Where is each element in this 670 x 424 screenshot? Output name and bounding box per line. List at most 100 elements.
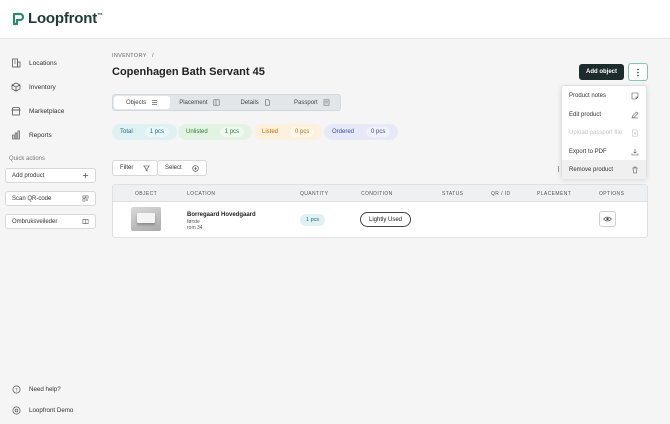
stat-unlisted-label: Unlisted [186,129,208,135]
stat-ordered-value: 0 pcs [366,127,391,137]
stat-total-value: 1 pcs [144,127,170,137]
select-button[interactable]: Select [157,160,207,176]
column-header: STATUS [442,191,464,197]
column-header: PLACEMENT [537,191,572,197]
note-icon [631,92,639,99]
column-header: OPTIONS [599,191,625,197]
help-icon: ? [12,385,21,394]
stat-total-label: Total [120,129,133,135]
menu-item-upload-passport[interactable]: Upload passport file [562,123,646,142]
add-product-button[interactable]: Add product [5,168,96,183]
tab-objects[interactable]: Objects [114,96,171,109]
sidebar-item-reports[interactable]: Reports [11,130,52,140]
tab-placement[interactable]: Placement [171,95,227,110]
account-settings-link[interactable]: Loopfront Demo [12,406,73,415]
logo[interactable]: Loopfront™ [11,10,103,27]
stat-listed-label: Listed [262,129,279,135]
location-room: rom 34 [187,225,203,231]
sidebar-item-locations[interactable]: Locations [11,58,57,68]
menu-item-product-notes[interactable]: Product notes [562,86,646,105]
column-header: CONDITION [361,191,393,197]
page-title: Copenhagen Bath Servant 45 [112,66,265,78]
view-button[interactable] [599,211,616,227]
add-product-label: Add product [12,172,45,179]
top-bar: Loopfront™ [0,0,670,39]
quantity-badge: 1 pcs [300,214,326,226]
menu-item-label: Product notes [569,92,607,99]
plus-icon [82,172,89,179]
column-header: OBJECT [135,191,158,197]
account-name-label: Loopfront Demo [29,407,74,414]
column-header: LOCATION [187,191,216,197]
more-options-button[interactable] [628,63,648,81]
product-thumbnail[interactable] [131,207,161,231]
need-help-link[interactable]: ? Need help? [12,385,61,394]
sidebar-item-marketplace[interactable]: Marketplace [11,106,64,116]
menu-item-label: Remove product [569,166,614,173]
stat-unlisted: Unlisted 1 pcs [178,124,253,140]
svg-text:?: ? [15,387,18,393]
layout-icon [213,99,220,106]
kebab-menu-icon [637,68,639,76]
menu-item-label: Edit product [569,111,602,118]
quick-actions-title: Quick actions [9,156,46,162]
logo-text: Loopfront™ [28,10,103,27]
stat-listed: Listed 0 pcs [254,124,323,140]
trash-icon [632,166,638,173]
eye-icon [603,216,612,222]
loopfront-logo-icon [12,12,25,25]
menu-item-label: Upload passport file [569,129,623,136]
plus-circle-icon [192,164,199,172]
stat-unlisted-value: 1 pcs [219,127,245,137]
qr-icon [82,195,89,202]
breadcrumb-separator: / [151,53,154,59]
list-icon [152,100,158,105]
bar-chart-icon [12,130,20,140]
sidebar-item-label: Reports [29,131,52,139]
sidebar: Locations Inventory Marketplace Reports … [0,40,100,424]
location-name: Borregaard Hovedgaard [187,212,256,218]
download-icon [631,148,639,155]
tab-details[interactable]: Details [228,95,284,110]
filter-label: Filter [120,165,134,171]
cube-icon [11,82,21,92]
sidebar-item-label: Inventory [29,83,56,91]
document-icon [264,99,270,106]
add-object-button[interactable]: Add object [579,64,624,80]
column-header: QR / ID [491,191,511,197]
scan-qr-label: Scan QR-code [12,195,52,202]
stat-ordered: Ordered 0 pcs [324,124,399,140]
stat-total: Total 1 pcs [112,124,178,140]
building-icon [12,58,21,68]
need-help-label: Need help? [29,386,61,393]
stat-listed-value: 0 pcs [290,127,315,137]
store-icon [11,107,21,116]
tab-label: Objects [125,99,147,106]
menu-item-edit-product[interactable]: Edit product [562,105,646,124]
funnel-icon [143,165,151,171]
tab-label: Placement [179,99,208,106]
filter-button[interactable]: Filter [112,160,159,176]
menu-item-remove-product[interactable]: Remove product [562,160,646,179]
tab-bar: Objects Placement Details Passport [112,94,341,111]
sidebar-item-inventory[interactable]: Inventory [11,82,56,92]
condition-badge: Lightly Used [360,212,412,227]
menu-item-label: Export to PDF [569,148,607,155]
more-options-menu: Product notes Edit product Upload passpo… [561,85,647,179]
ombruksveileder-label: Ombruksveileder [12,218,58,225]
tab-passport[interactable]: Passport [284,95,340,110]
ombruksveileder-button[interactable]: Ombruksveileder [5,214,96,229]
sidebar-item-label: Marketplace [29,107,65,115]
tab-label: Passport [294,99,318,106]
settings-icon [12,406,21,415]
file-upload-icon [632,129,638,136]
menu-item-export-pdf[interactable]: Export to PDF [562,142,646,161]
passport-icon [323,99,330,106]
scan-qr-button[interactable]: Scan QR-code [5,191,96,206]
edit-icon [631,111,639,118]
stat-ordered-label: Ordered [332,129,355,135]
breadcrumb: INVENTORY / [112,53,154,59]
book-icon [82,219,89,225]
breadcrumb-inventory[interactable]: INVENTORY [112,53,147,59]
objects-table: OBJECT LOCATION QUANTITY CONDITION STATU… [112,184,648,238]
